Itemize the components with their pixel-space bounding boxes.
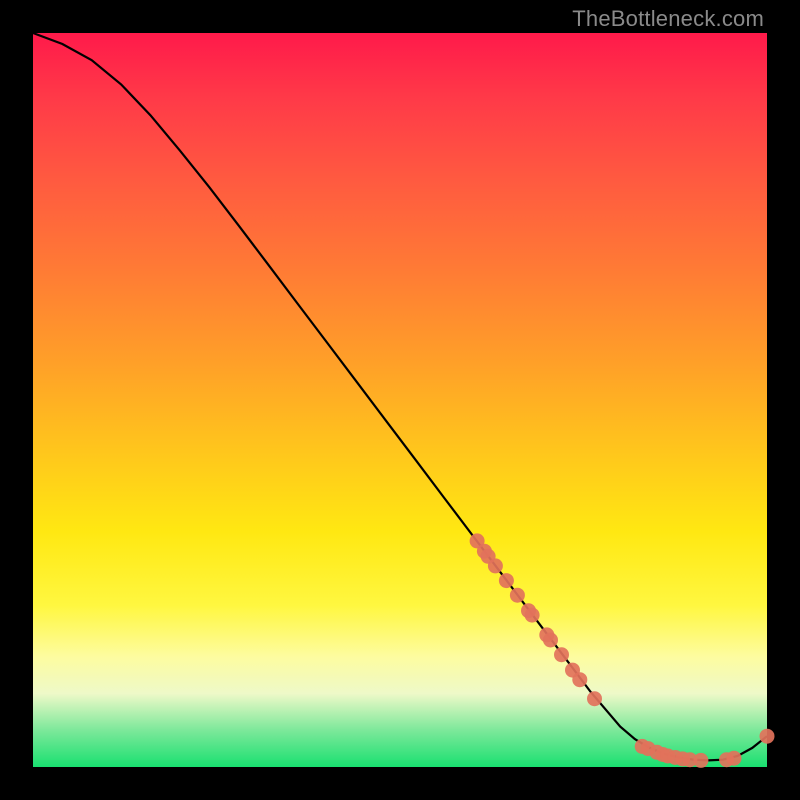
bottleneck-curve (33, 33, 767, 760)
data-marker (693, 753, 708, 768)
data-marker (587, 691, 602, 706)
data-marker (727, 751, 742, 766)
curve-svg (33, 33, 767, 767)
watermark-text: TheBottleneck.com (572, 6, 764, 32)
data-marker (510, 588, 525, 603)
chart-frame: TheBottleneck.com (0, 0, 800, 800)
data-marker (572, 672, 587, 687)
data-marker (554, 647, 569, 662)
data-marker (499, 573, 514, 588)
plot-area (33, 33, 767, 767)
data-marker (543, 633, 558, 648)
data-markers (470, 533, 775, 768)
data-marker (525, 608, 540, 623)
data-marker (760, 729, 775, 744)
data-marker (488, 558, 503, 573)
